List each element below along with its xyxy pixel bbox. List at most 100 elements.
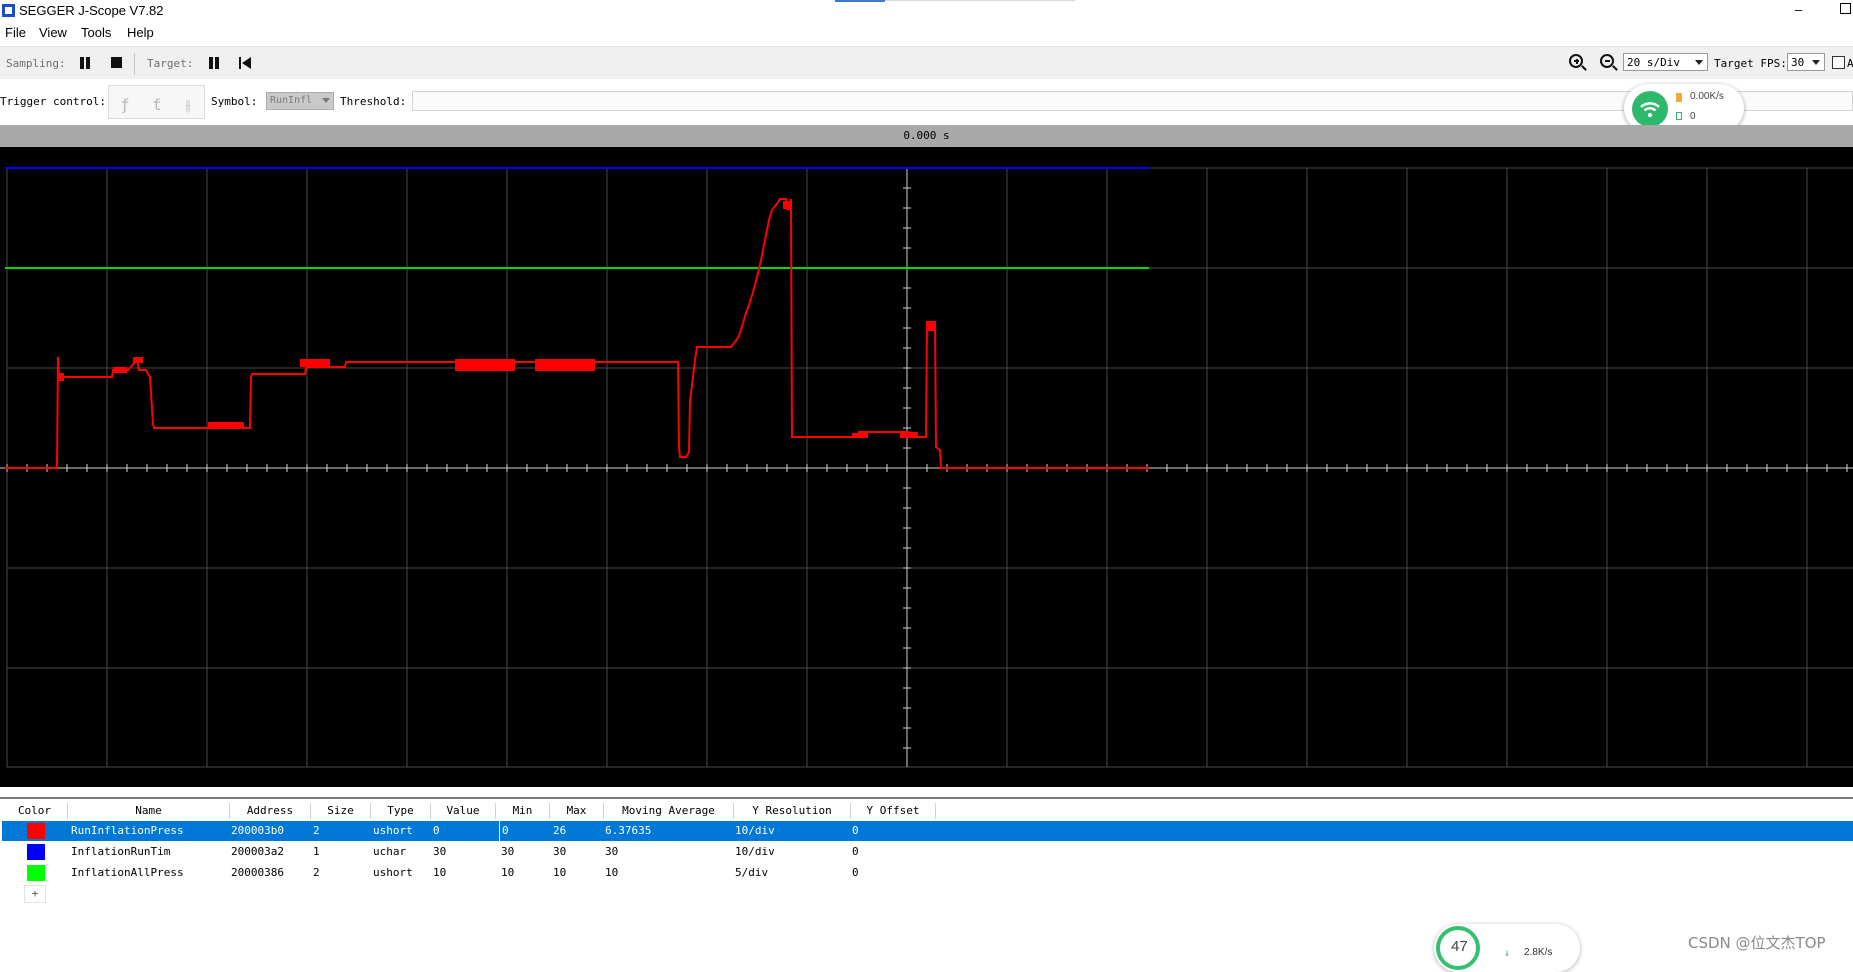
cell-max: 10 [553,866,567,879]
target-pause-icon[interactable] [208,57,220,69]
sampling-stop-icon[interactable] [111,57,122,68]
cell-address: 20000386 [231,866,284,879]
toolbar-separator [134,53,135,75]
cell-y-offset[interactable]: 0 [852,863,859,883]
menu-help[interactable]: Help [127,25,154,40]
cell-y-resolution[interactable]: 10/div [735,821,775,841]
trailing-checkbox[interactable] [1832,56,1845,69]
cell-max: 30 [553,845,567,858]
trace-noise-block [900,432,918,438]
network-speed: 0.00K/s [1690,91,1724,102]
trace-noise-block [133,357,143,363]
col-max[interactable]: Max [550,803,604,819]
time-div-select[interactable]: 20 s/Div [1623,53,1708,71]
col-type[interactable]: Type [371,803,431,819]
run-inflation-press-trace [5,198,1149,469]
menu-bar: File View Tools Help [0,22,1853,44]
cell-min: 30 [501,845,515,858]
table-row[interactable]: InflationRunTim 200003a2 1 uchar 30 30 3… [2,842,1853,862]
trigger-control-label: Trigger control: [0,95,106,108]
scope-axes [0,167,1853,767]
zoom-out-icon[interactable] [1600,54,1618,71]
target-label: Target: [147,57,194,70]
watermark: CSDN @位文杰TOP [1688,934,1826,952]
cell-moving-average: 30 [605,845,619,858]
chevron-down-icon [322,98,330,103]
col-color[interactable]: Color [2,803,68,819]
cell-name: InflationRunTim [71,845,171,858]
col-size[interactable]: Size [311,803,371,819]
cell-y-resolution[interactable]: 10/div [735,842,775,862]
trace-noise-block [208,422,244,428]
toolbar: Sampling: Target: 20 s/Div Target FPS: 3… [0,46,1853,80]
add-channel-button[interactable]: + [24,885,46,903]
cell-value[interactable]: 30 [433,842,446,862]
cell-type: uchar [373,845,407,858]
cpu-speed: 2.8K/s [1524,947,1553,958]
symbol-select[interactable]: RunInfl [266,92,334,110]
cell-y-offset[interactable]: 0 [852,821,859,841]
trace-noise-block [535,359,595,371]
cell-name: InflationAllPress [71,866,184,879]
col-address[interactable]: Address [230,803,311,819]
trigger-rising-button[interactable]: ƒ [112,90,138,120]
lock-icon [1676,112,1682,120]
channel-color-swatch[interactable] [27,865,45,881]
trigger-both-button[interactable]: ⫲ [175,90,201,120]
target-fps-select[interactable]: 30 [1787,53,1825,71]
restore-button[interactable] [1840,3,1851,14]
cell-value[interactable]: 0 [433,821,440,841]
scope-plot[interactable] [0,147,1853,787]
cell-name: RunInflationPress [71,824,184,837]
table-row[interactable]: RunInflationPress 200003b0 2 ushort 0 0 … [2,821,1853,841]
cell-y-offset[interactable]: 0 [852,842,859,862]
sampling-label: Sampling: [6,57,66,70]
col-y-offset[interactable]: Y Offset [851,803,936,819]
col-name[interactable]: Name [68,803,230,819]
title-accent-line [885,0,1075,1]
trailing-checkbox-label: A [1847,57,1853,70]
network-count: 0 [1690,111,1696,122]
cell-size: 2 [313,866,320,879]
cell-value[interactable]: 10 [433,863,446,883]
cell-address: 200003b0 [231,824,284,837]
cell-size: 1 [313,845,320,858]
zoom-in-icon[interactable] [1569,54,1587,71]
cpu-value: 47 [1451,938,1468,955]
cell-address: 200003a2 [231,845,284,858]
sampling-pause-icon[interactable] [79,57,91,69]
col-min[interactable]: Min [496,803,550,819]
channel-color-swatch[interactable] [27,844,45,860]
cell-min: 0 [499,821,509,841]
trigger-falling-button[interactable]: ƭ [144,90,170,120]
col-value[interactable]: Value [431,803,496,819]
symbol-label: Symbol: [211,95,258,108]
wifi-icon [1632,91,1668,127]
scope-canvas [0,167,1853,768]
menu-file[interactable]: File [5,25,26,40]
table-row[interactable]: InflationAllPress 20000386 2 ushort 10 1… [2,863,1853,883]
target-reset-icon[interactable] [239,57,251,69]
trace-noise-block [59,373,64,381]
trace-noise-block [455,359,515,371]
cell-size: 2 [313,824,320,837]
target-fps-value: 30 [1791,56,1805,69]
channel-color-swatch[interactable] [27,823,45,839]
title-bar: SEGGER J-Scope V7.82 – [0,0,1853,22]
upload-bars-icon [1676,93,1682,102]
cpu-widget[interactable]: 47 ↓ 2.8K/s [1434,924,1580,972]
col-y-resolution[interactable]: Y Resolution [734,803,851,819]
window-title: SEGGER J-Scope V7.82 [19,3,164,18]
col-moving-average[interactable]: Moving Average [604,803,734,819]
title-accent [835,0,885,2]
trace-noise-block [928,323,936,331]
time-position-label: 0.000 s [903,129,950,142]
cell-y-resolution[interactable]: 5/div [735,863,768,883]
trace-noise-block [113,367,127,373]
minimize-button[interactable]: – [1795,2,1802,17]
cell-moving-average: 10 [605,866,619,879]
menu-tools[interactable]: Tools [81,25,111,40]
app-icon [2,4,15,17]
trace-noise-block [852,433,868,438]
menu-view[interactable]: View [39,25,67,40]
